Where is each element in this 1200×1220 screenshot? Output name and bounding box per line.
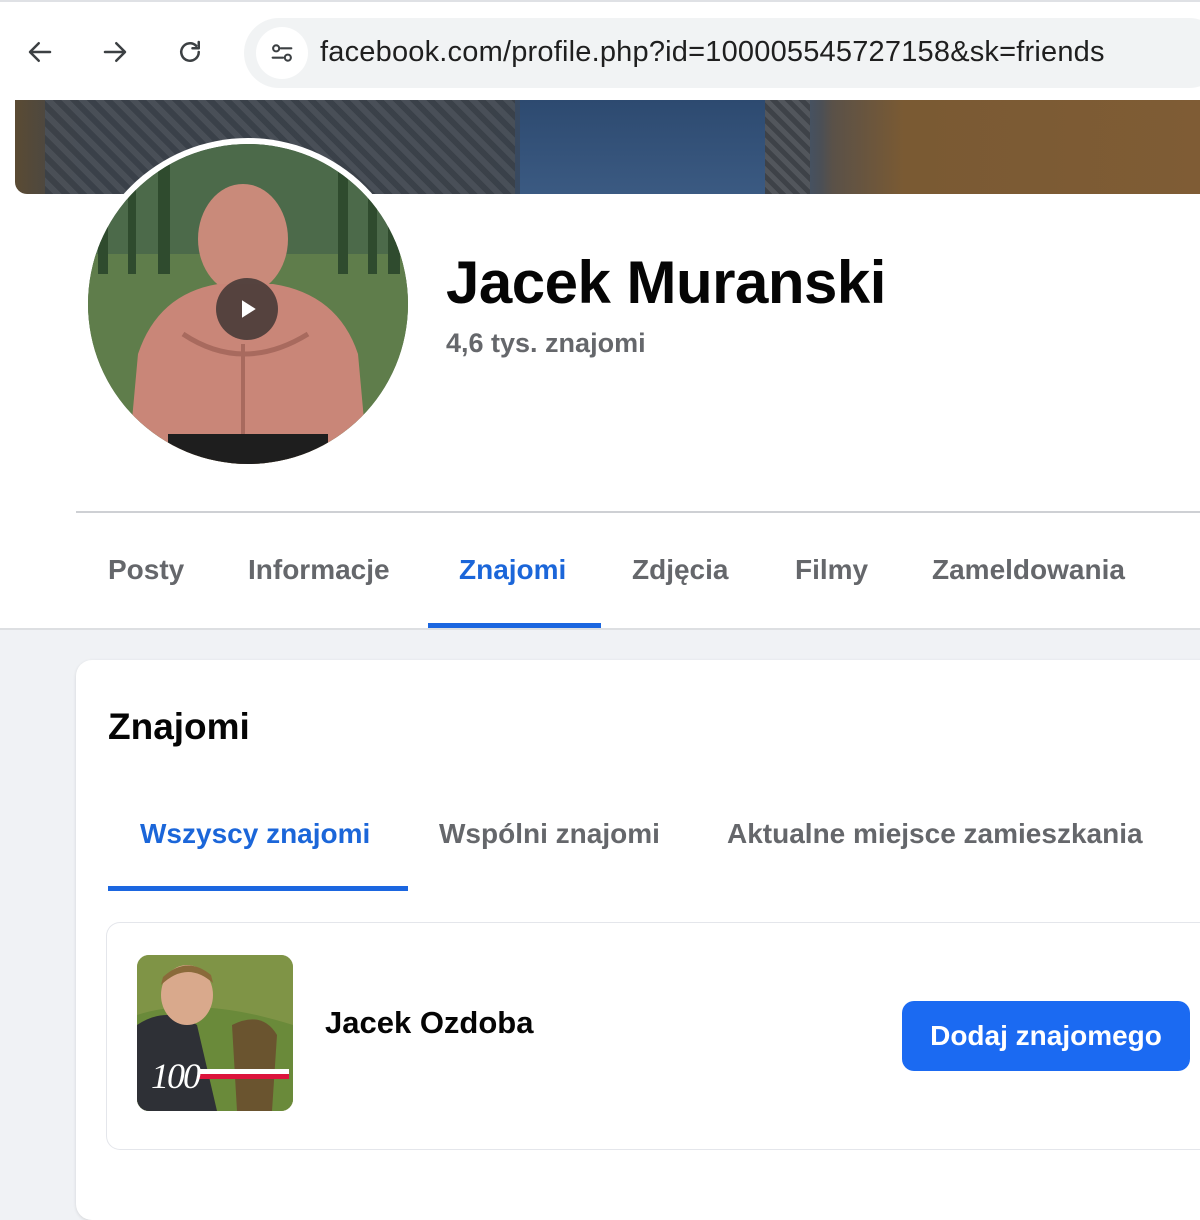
friend-list-item: 100 Jacek Ozdoba Dodaj znajomego [106, 922, 1200, 1150]
tab-zameldowania[interactable]: Zameldowania [932, 554, 1125, 586]
back-button[interactable] [12, 24, 68, 80]
reload-button[interactable] [162, 24, 218, 80]
tab-zdjecia[interactable]: Zdjęcia [632, 554, 728, 586]
profile-name: Jacek Muranski [446, 249, 886, 316]
tab-filmy[interactable]: Filmy [795, 554, 868, 586]
site-settings-icon [271, 44, 293, 62]
header-bottom-border [0, 628, 1200, 630]
play-video-button[interactable] [216, 278, 278, 340]
url-text[interactable]: facebook.com/profile.php?id=100005545727… [320, 36, 1105, 69]
friend-name[interactable]: Jacek Ozdoba [325, 1005, 533, 1041]
site-settings-button[interactable] [256, 27, 308, 79]
tab-znajomi[interactable]: Znajomi [459, 554, 566, 586]
profile-header: Jacek Muranski 4,6 tys. znajomi Posty In… [0, 100, 1200, 630]
header-divider [76, 511, 1200, 513]
cover-photo-fabric [765, 100, 810, 194]
subtab-mutual-friends[interactable]: Wspólni znajomi [439, 818, 660, 850]
add-friend-button[interactable]: Dodaj znajomego [902, 1001, 1190, 1071]
forward-arrow-icon [103, 42, 127, 62]
forward-button[interactable] [87, 24, 143, 80]
friends-count[interactable]: 4,6 tys. znajomi [446, 328, 646, 359]
friend-avatar[interactable]: 100 [137, 955, 293, 1111]
active-subtab-indicator [108, 886, 408, 891]
subtab-all-friends[interactable]: Wszyscy znajomi [140, 818, 370, 850]
browser-toolbar: facebook.com/profile.php?id=100005545727… [0, 0, 1200, 100]
tab-posty[interactable]: Posty [108, 554, 184, 586]
address-bar[interactable]: facebook.com/profile.php?id=100005545727… [244, 18, 1200, 88]
play-icon [242, 300, 256, 318]
tab-informacje[interactable]: Informacje [248, 554, 390, 586]
friend-photo-overlay-text: 100 [151, 1056, 201, 1096]
cover-photo-denim [520, 100, 765, 194]
friends-section-title: Znajomi [108, 706, 250, 747]
friends-card: Znajomi Wszyscy znajomi Wspólni znajomi … [76, 660, 1200, 1220]
back-arrow-icon [28, 42, 52, 62]
subtab-current-city[interactable]: Aktualne miejsce zamieszkania [727, 818, 1143, 850]
reload-icon [180, 40, 200, 62]
